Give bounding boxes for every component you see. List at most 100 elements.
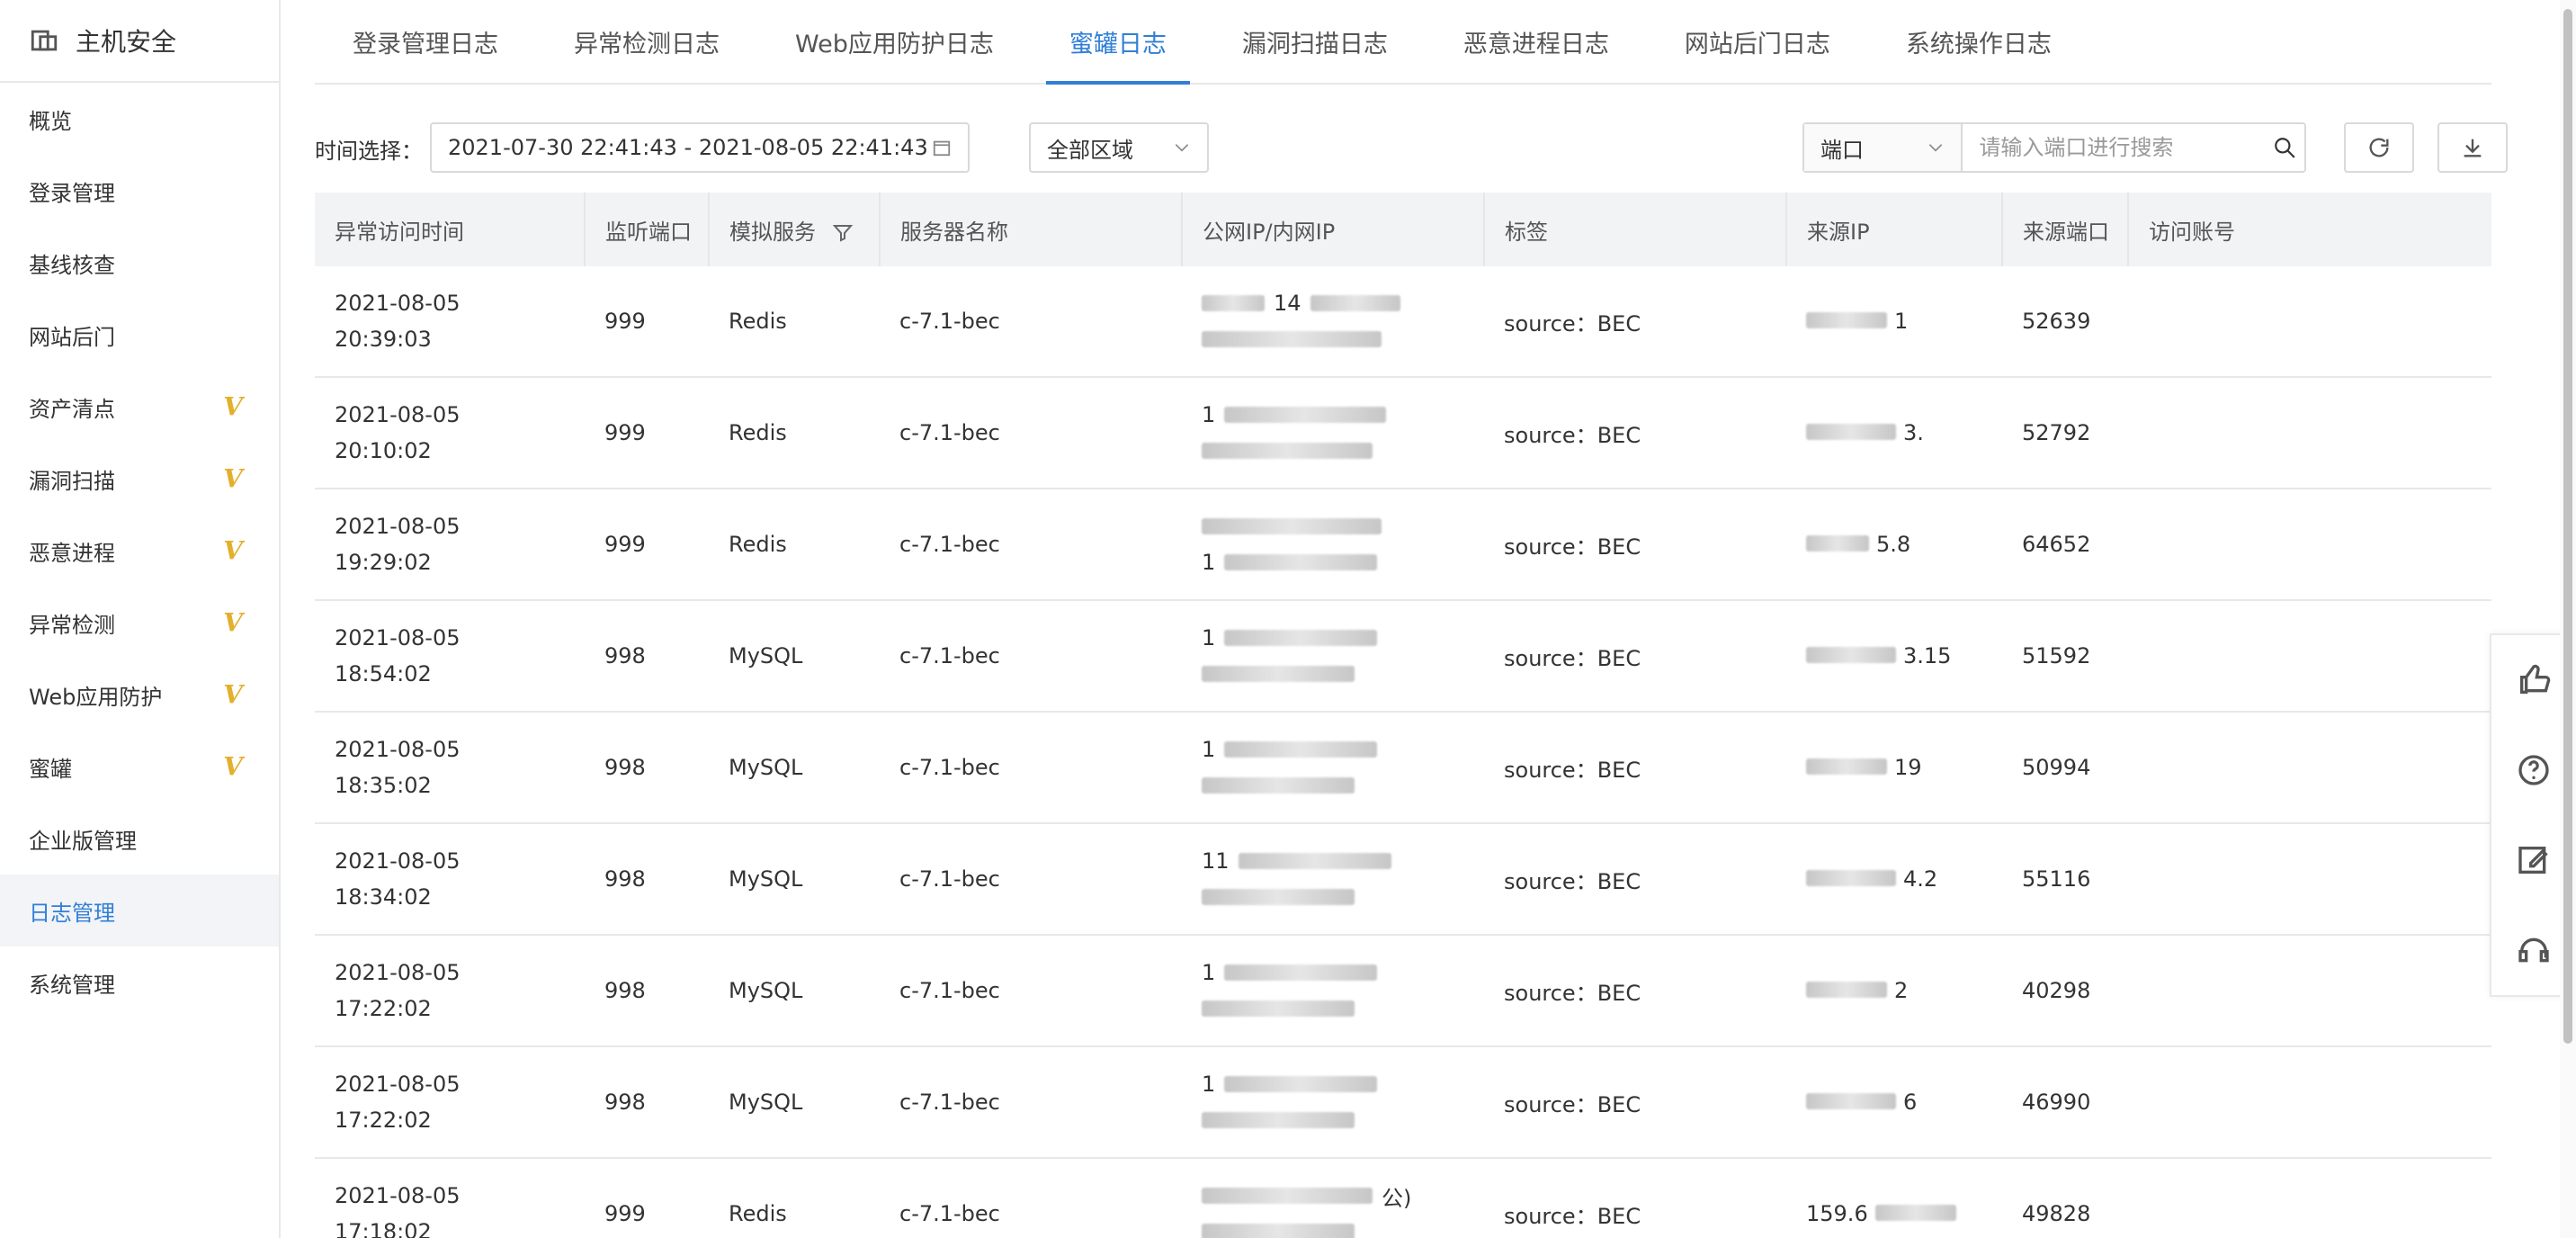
time-cell: 2021-08-05 17:18:02 <box>315 1158 585 1238</box>
region-select[interactable]: 全部区域 <box>1029 122 1209 173</box>
sidebar-item-anomaly[interactable]: 异常检测 V <box>0 587 279 659</box>
scrollbar-thumb[interactable] <box>2563 9 2572 1044</box>
redacted-ip-block <box>1806 424 1896 440</box>
table-row[interactable]: 2021-08-05 20:39:03 999 Redis c-7.1-bec … <box>315 266 2491 378</box>
sidebar-item-waf[interactable]: Web应用防护 V <box>0 659 279 731</box>
source-port-cell: 46990 <box>2002 1046 2128 1159</box>
refresh-icon <box>2369 138 2389 157</box>
table-row[interactable]: 2021-08-05 19:29:02 999 Redis c-7.1-bec … <box>315 489 2491 601</box>
time-range-picker[interactable]: 2021-07-30 22:41:43 - 2021-08-05 22:41:4… <box>430 122 970 173</box>
tab-label: 异常检测日志 <box>574 30 720 58</box>
region-value: 全部区域 <box>1047 137 1133 163</box>
source-port-cell: 64652 <box>2002 489 2128 601</box>
redacted-ip-block <box>1202 1112 1355 1128</box>
port-cell: 998 <box>585 935 709 1047</box>
tab-login-log[interactable]: 登录管理日志 <box>315 0 536 83</box>
honeypot-log-table: 异常访问时间 监听端口 模拟服务 服务器名称 公网IP/内网IP 标签 来源IP <box>315 193 2491 1238</box>
sidebar-item-asset[interactable]: 资产清点 V <box>0 371 279 443</box>
sidebar-item-overview[interactable]: 概览 <box>0 83 279 155</box>
source-port-cell: 51592 <box>2002 600 2128 713</box>
redacted-ip-block <box>1806 982 1887 998</box>
sidebar-item-label: 概览 <box>29 108 72 134</box>
ip-cell: 1 <box>1182 489 1484 601</box>
column-header-service[interactable]: 模拟服务 <box>709 193 881 266</box>
tab-label: 系统操作日志 <box>1905 30 2052 58</box>
ip-hint: 1 <box>1202 402 1216 427</box>
tab-malicious-log[interactable]: 恶意进程日志 <box>1426 0 1647 83</box>
filter-icon[interactable] <box>832 222 854 244</box>
table-row[interactable]: 2021-08-05 17:18:02 999 Redis c-7.1-bec … <box>315 1158 2491 1238</box>
filters-bar: 时间选择： 2021-07-30 22:41:43 - 2021-08-05 2… <box>315 122 2508 175</box>
sidebar-item-vuln[interactable]: 漏洞扫描 V <box>0 443 279 515</box>
search-field-value: 端口 <box>1820 137 1864 163</box>
source-ip-cell: 159.6 <box>1786 1158 2002 1238</box>
search-icon <box>2275 138 2295 158</box>
tab-anomaly-log[interactable]: 异常检测日志 <box>536 0 757 83</box>
refresh-button[interactable] <box>2344 122 2414 173</box>
tab-system-log[interactable]: 系统操作日志 <box>1868 0 2089 83</box>
source-ip-cell: 4.2 <box>1786 823 2002 936</box>
account-cell <box>2128 823 2491 936</box>
tag-cell: source：BEC <box>1484 935 1786 1047</box>
sidebar-item-baseline[interactable]: 基线核查 <box>0 227 279 299</box>
account-cell <box>2128 489 2491 601</box>
search-field-select[interactable]: 端口 <box>1804 124 1963 171</box>
help-button[interactable] <box>2513 749 2554 791</box>
tab-webshell-log[interactable]: 网站后门日志 <box>1647 0 1868 83</box>
table-row[interactable]: 2021-08-05 17:22:02 998 MySQL c-7.1-bec … <box>315 935 2491 1047</box>
tab-waf-log[interactable]: Web应用防护日志 <box>757 0 1032 83</box>
ip-cell: 1 <box>1182 935 1484 1047</box>
table-row[interactable]: 2021-08-05 20:10:02 999 Redis c-7.1-bec … <box>315 377 2491 489</box>
search-input[interactable] <box>1963 124 2266 171</box>
vip-badge-icon: V <box>223 679 243 710</box>
tag-cell: source：BEC <box>1484 1158 1786 1238</box>
redacted-ip-block <box>1224 741 1378 758</box>
brand: 主机安全 <box>0 0 279 83</box>
tab-honeypot-log[interactable]: 蜜罐日志 <box>1032 0 1204 85</box>
source-ip-cell: 19 <box>1786 712 2002 824</box>
column-header-source-port: 来源端口 <box>2002 193 2129 266</box>
search-button[interactable] <box>2265 127 2304 168</box>
tag-cell: source：BEC <box>1484 489 1786 601</box>
table-row[interactable]: 2021-08-05 18:54:02 998 MySQL c-7.1-bec … <box>315 600 2491 713</box>
ip-cell: 公) <box>1182 1158 1484 1238</box>
account-cell <box>2128 935 2491 1047</box>
sidebar-item-webshell[interactable]: 网站后门 <box>0 299 279 371</box>
source-ip-cell: 2 <box>1786 935 2002 1047</box>
sidebar-item-honeypot[interactable]: 蜜罐 V <box>0 731 279 803</box>
sidebar-item-enterprise[interactable]: 企业版管理 <box>0 803 279 875</box>
sidebar-item-logs[interactable]: 日志管理 <box>0 875 279 946</box>
source-ip-cell: 6 <box>1786 1046 2002 1159</box>
server-cell: c-7.1-bec <box>880 266 1182 378</box>
table-row[interactable]: 2021-08-05 18:35:02 998 MySQL c-7.1-bec … <box>315 712 2491 824</box>
sidebar-item-malicious[interactable]: 恶意进程 V <box>0 515 279 587</box>
time-cell: 2021-08-05 18:34:02 <box>315 823 585 936</box>
tab-vuln-log[interactable]: 漏洞扫描日志 <box>1204 0 1426 83</box>
feedback-button[interactable] <box>2513 839 2554 881</box>
sidebar-item-system[interactable]: 系统管理 <box>0 946 279 1018</box>
ip-cell: 1 <box>1182 1046 1484 1159</box>
port-cell: 998 <box>585 823 709 936</box>
account-cell <box>2128 377 2491 489</box>
service-cell: Redis <box>709 1158 880 1238</box>
ip-hint: 1 <box>1202 625 1216 650</box>
sidebar-item-login[interactable]: 登录管理 <box>0 155 279 227</box>
support-button[interactable] <box>2513 929 2554 971</box>
time-cell: 2021-08-05 18:35:02 <box>315 712 585 824</box>
like-button[interactable] <box>2513 659 2554 701</box>
sidebar-item-label: 企业版管理 <box>29 828 137 854</box>
column-header-time: 异常访问时间 <box>315 193 586 266</box>
port-cell: 999 <box>585 266 709 378</box>
table-row[interactable]: 2021-08-05 17:22:02 998 MySQL c-7.1-bec … <box>315 1046 2491 1159</box>
download-button[interactable] <box>2437 122 2508 173</box>
vip-badge-icon: V <box>223 535 243 566</box>
ip-cell: 14 <box>1182 266 1484 378</box>
app-title: 主机安全 <box>76 27 177 57</box>
redacted-ip-block <box>1202 666 1355 682</box>
tab-label: 恶意进程日志 <box>1462 30 1609 58</box>
sidebar-item-label: 漏洞扫描 <box>29 468 115 494</box>
table-row[interactable]: 2021-08-05 18:34:02 998 MySQL c-7.1-bec … <box>315 823 2491 936</box>
vertical-scrollbar[interactable] <box>2560 0 2576 1238</box>
redacted-ip-block <box>1806 535 1869 552</box>
source-port-cell: 52792 <box>2002 377 2128 489</box>
